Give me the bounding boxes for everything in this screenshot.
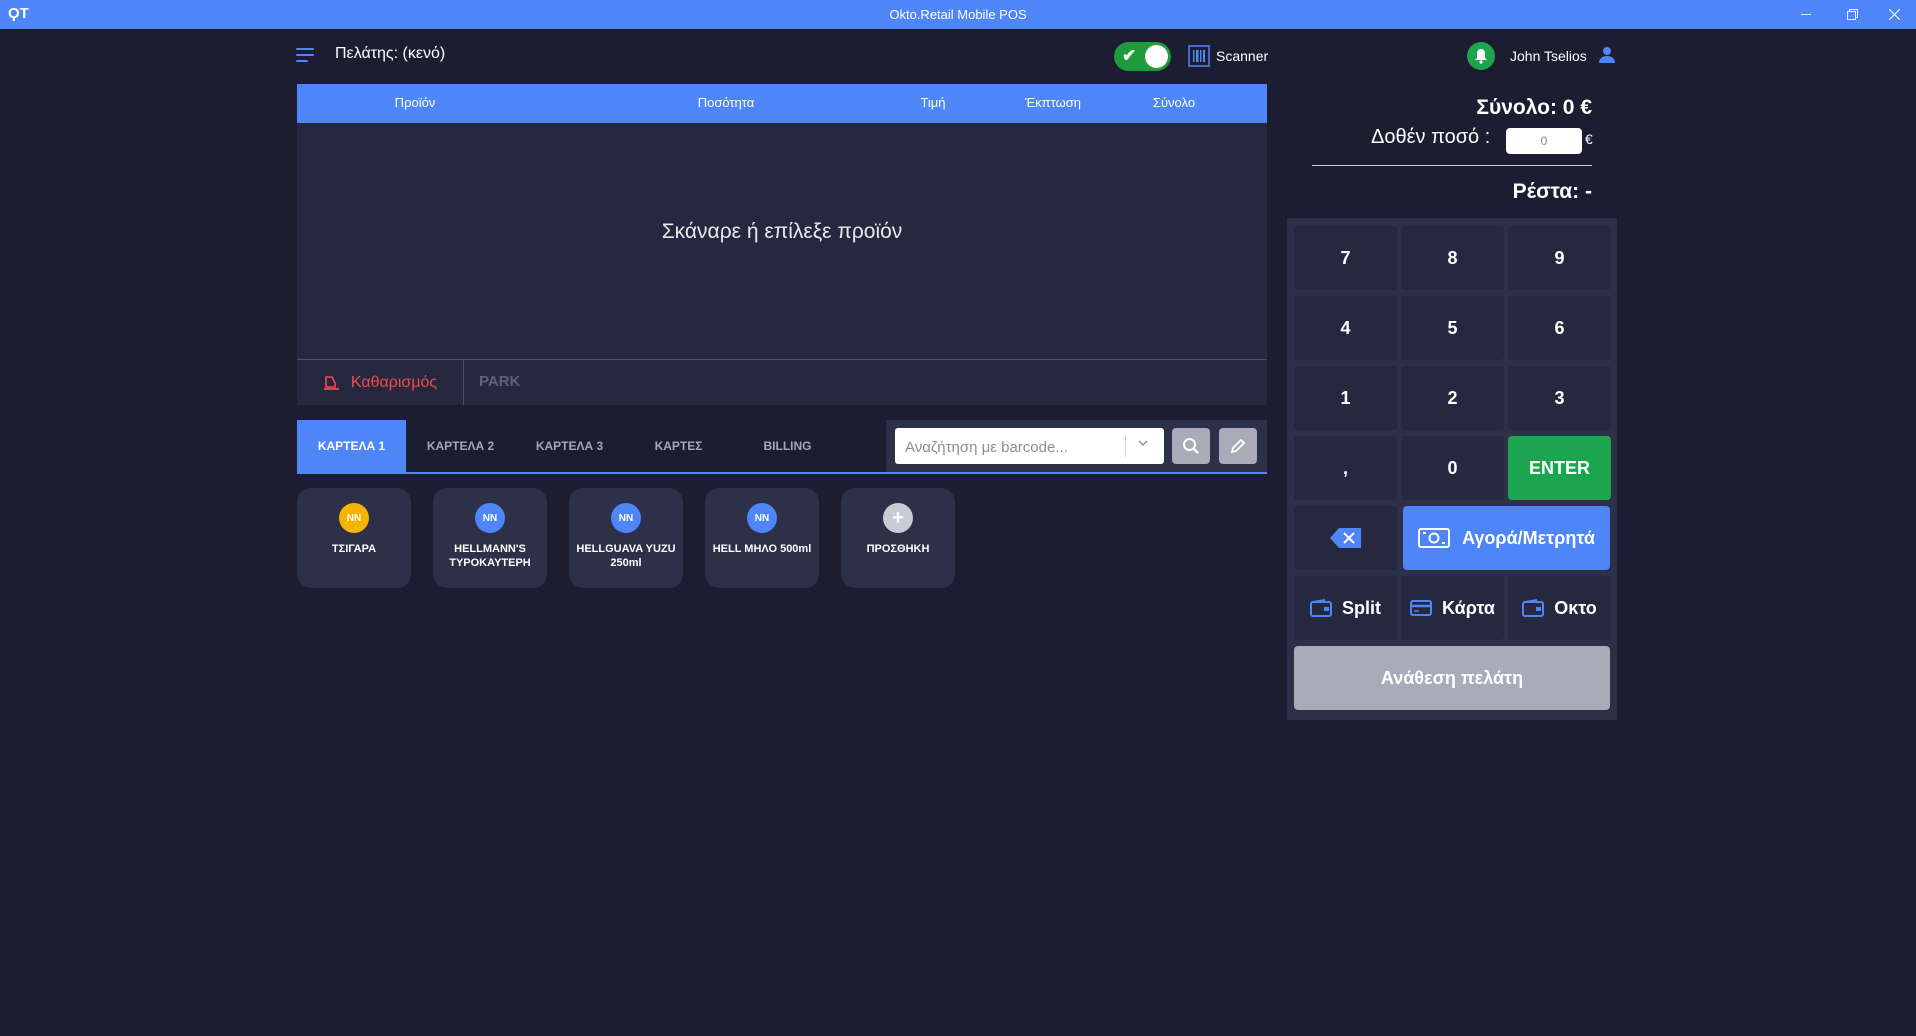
key-1[interactable]: 1 [1294, 366, 1397, 430]
credit-card-icon [1410, 600, 1433, 616]
assign-customer-button[interactable]: Ανάθεση πελάτη [1294, 646, 1610, 710]
window-title: Okto.Retail Mobile POS [889, 7, 1027, 22]
barcode-icon [1188, 45, 1210, 67]
change-amount: Ρέστα: - [1512, 180, 1592, 203]
key-comma[interactable]: , [1294, 436, 1397, 500]
column-price: Τιμή [920, 95, 946, 110]
clear-cart-button[interactable]: Καθαρισμός [297, 360, 464, 405]
key-5[interactable]: 5 [1401, 296, 1504, 360]
tab-billing[interactable]: BILLING [733, 420, 842, 472]
minimize-button[interactable] [1784, 0, 1828, 29]
wallet-icon [1310, 599, 1332, 617]
key-3[interactable]: 3 [1508, 366, 1611, 430]
clear-icon [323, 375, 339, 390]
okto-button[interactable]: Οκτο [1508, 576, 1611, 640]
card-label: Κάρτα [1442, 597, 1495, 618]
app-logo-icon: ϘΤ [8, 5, 29, 22]
scanner-toggle[interactable]: ✔ [1114, 42, 1171, 71]
key-4[interactable]: 4 [1294, 296, 1397, 360]
key-9[interactable]: 9 [1508, 226, 1611, 290]
add-product-tile[interactable]: + ΠΡΟΣΘΗΚΗ [841, 488, 955, 588]
total-amount: Σύνολο: 0 € [1476, 96, 1592, 119]
enter-button[interactable]: ENTER [1508, 436, 1611, 500]
product-tile[interactable]: NN HELLGUAVA YUZU 250ml [569, 488, 683, 588]
pencil-icon [1230, 438, 1246, 454]
search-button[interactable] [1172, 428, 1210, 464]
clear-cart-label: Καθαρισμός [350, 373, 438, 391]
barcode-search-input[interactable] [895, 428, 1132, 466]
tab-kartes[interactable]: ΚΑΡΤΕΣ [624, 420, 733, 472]
split-label: Split [1342, 597, 1381, 618]
cart-empty-message: Σκάναρε ή επίλεξε προϊόν [661, 220, 903, 243]
tab-kartela-3[interactable]: ΚΑΡΤΕΛΑ 3 [515, 420, 624, 472]
product-badge: NN [747, 503, 777, 533]
product-badge: NN [339, 503, 369, 533]
key-8[interactable]: 8 [1401, 226, 1504, 290]
product-name: ΠΡΟΣΘΗΚΗ [866, 543, 930, 555]
tab-kartela-2[interactable]: ΚΑΡΤΕΛΑ 2 [406, 420, 515, 472]
search-icon [1183, 438, 1199, 454]
column-total: Σύνολο [1152, 95, 1196, 110]
column-product: Προϊόν [394, 95, 436, 110]
backspace-icon [1329, 528, 1361, 548]
summary-divider [1312, 165, 1592, 166]
product-name: ΤΣΙΓΑΡΑ [331, 543, 377, 555]
product-badge: NN [611, 503, 641, 533]
wallet-icon [1522, 599, 1545, 617]
cash-icon [1418, 528, 1451, 548]
edit-button[interactable] [1219, 428, 1257, 464]
product-name: HELLMANN'S ΤΥΡΟΚΑΥΤΕΡΗ [449, 543, 531, 569]
scanner-label: Scanner [1216, 48, 1269, 64]
key-6[interactable]: 6 [1508, 296, 1611, 360]
park-button[interactable]: PARK [479, 373, 520, 390]
cart-header: Προϊόν Ποσότητα Τιμή Έκπτωση Σύνολο [297, 84, 1267, 123]
key-0[interactable]: 0 [1401, 436, 1504, 500]
plus-icon: + [883, 503, 913, 533]
user-name: John Tselios [1510, 48, 1587, 64]
close-window-button[interactable] [1872, 0, 1916, 29]
pay-cash-label: Αγορά/Μετρητά [1462, 527, 1595, 548]
product-tile[interactable]: NN HELLMANN'S ΤΥΡΟΚΑΥΤΕΡΗ [433, 488, 547, 588]
column-quantity: Ποσότητα [697, 95, 755, 110]
restore-button[interactable] [1830, 0, 1874, 29]
currency-symbol: € [1585, 131, 1593, 147]
check-icon: ✔ [1122, 46, 1137, 65]
scanner-button[interactable]: Scanner [1188, 45, 1268, 67]
split-button[interactable]: Split [1294, 576, 1397, 640]
key-2[interactable]: 2 [1401, 366, 1504, 430]
okto-label: Οκτο [1554, 597, 1597, 618]
given-amount-label: Δοθέν ποσό : [1371, 126, 1491, 148]
user-profile-icon[interactable] [1598, 46, 1616, 69]
cart-actions: Καθαρισμός PARK [297, 360, 1267, 405]
product-tile[interactable]: NN ΤΣΙΓΑΡΑ [297, 488, 411, 588]
customer-label[interactable]: Πελάτης: (κενό) [335, 45, 445, 63]
product-name: HELL ΜΗΛΟ 500ml [712, 543, 812, 555]
pay-cash-button[interactable]: Αγορά/Μετρητά [1403, 506, 1610, 570]
backspace-button[interactable] [1294, 506, 1397, 570]
cart-items-area: Σκάναρε ή επίλεξε προϊόν [297, 123, 1267, 360]
card-button[interactable]: Κάρτα [1401, 576, 1504, 640]
hamburger-menu-icon[interactable] [296, 48, 314, 62]
search-bar [886, 420, 1267, 472]
product-badge: NN [475, 503, 505, 533]
notifications-bell-icon[interactable] [1467, 42, 1495, 70]
product-tabs: ΚΑΡΤΕΛΑ 1 ΚΑΡΤΕΛΑ 2 ΚΑΡΤΕΛΑ 3 ΚΑΡΤΕΣ BIL… [297, 420, 1267, 474]
product-name: HELLGUAVA YUZU 250ml [576, 543, 676, 569]
tab-kartela-1[interactable]: ΚΑΡΤΕΛΑ 1 [297, 420, 406, 472]
title-bar: ϘΤ Okto.Retail Mobile POS [0, 0, 1916, 29]
key-7[interactable]: 7 [1294, 226, 1397, 290]
given-amount-input[interactable] [1506, 128, 1582, 154]
column-discount: Έκπτωση [1024, 95, 1082, 110]
chevron-down-icon[interactable] [1137, 436, 1149, 452]
product-tile[interactable]: NN HELL ΜΗΛΟ 500ml [705, 488, 819, 588]
barcode-search-box [895, 428, 1164, 466]
